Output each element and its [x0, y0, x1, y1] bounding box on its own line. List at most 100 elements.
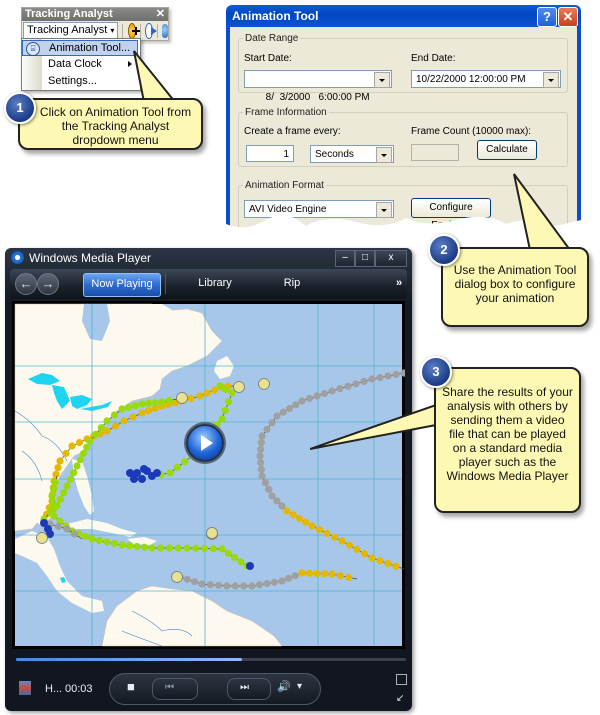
- chevron-down-icon[interactable]: [374, 72, 390, 88]
- track-g-point: [215, 581, 223, 589]
- interval-unit-select[interactable]: Seconds: [310, 145, 394, 163]
- track-i-point: [54, 522, 63, 531]
- step-3-badge: 3: [420, 356, 452, 388]
- animation-format-legend: Animation Format: [245, 180, 324, 191]
- track-e-point: [265, 485, 273, 493]
- forward-button[interactable]: →: [37, 273, 59, 295]
- track-g-point: [183, 575, 191, 583]
- switch-to-skin-icon[interactable]: [396, 674, 407, 685]
- help-button[interactable]: ?: [537, 7, 557, 27]
- storm-cluster-point: [138, 475, 146, 483]
- start-date-select[interactable]: 8/ 3/2000 6:00:00 PM: [244, 70, 392, 103]
- tab-divider: [165, 274, 166, 294]
- maximize-button[interactable]: □: [355, 250, 375, 267]
- track-d-point: [103, 538, 111, 546]
- more-tabs-button[interactable]: »: [393, 273, 405, 295]
- track-f-point: [315, 526, 324, 534]
- end-date-select[interactable]: 10/22/2000 12:00:00 PM: [411, 70, 561, 88]
- track-e-point: [258, 432, 266, 440]
- track-g-point: [240, 582, 248, 590]
- track-h-point: [320, 570, 329, 578]
- tracking-analyst-dropdown[interactable]: Tracking Analyst ▾: [23, 22, 119, 39]
- seek-bar[interactable]: [16, 658, 406, 661]
- track-e-point: [258, 472, 266, 480]
- end-date-value: 10/22/2000 12:00:00 PM: [416, 74, 526, 85]
- step-2-badge: 2: [428, 234, 460, 266]
- dialog-title-bar[interactable]: Animation Tool ? ✕: [226, 5, 581, 27]
- close-button[interactable]: ✕: [558, 7, 578, 27]
- track-f-point: [302, 518, 310, 526]
- track-d-point: [49, 499, 57, 507]
- frame-interval-input[interactable]: 1: [246, 145, 294, 162]
- wmp-title-bar[interactable]: Windows Media Player – □ x: [5, 248, 412, 268]
- track-c-point: [222, 385, 230, 394]
- stop-button[interactable]: ■: [127, 679, 135, 694]
- track-a-point: [203, 389, 211, 397]
- close-button[interactable]: x: [375, 250, 407, 267]
- playback-manager-icon[interactable]: [144, 22, 157, 39]
- track-h-point: [313, 569, 321, 578]
- volume-menu-button[interactable]: ▾: [297, 681, 302, 692]
- callout-1: Click on Animation Tool from the Trackin…: [18, 98, 203, 150]
- dialog-title: Animation Tool: [232, 9, 319, 23]
- track-b-point: [145, 399, 153, 407]
- track-e-point: [279, 408, 287, 416]
- tab-library[interactable]: Library: [185, 273, 245, 295]
- track-b-point: [73, 462, 81, 470]
- track-e-point: [257, 439, 265, 447]
- callout-3-text: Share the results of your analysis with …: [442, 385, 573, 483]
- track-g-point: [285, 574, 293, 582]
- track-b-point: [97, 424, 105, 432]
- track-e-point: [292, 401, 300, 409]
- track-d-point: [81, 532, 89, 540]
- tab-rip[interactable]: Rip: [272, 273, 312, 295]
- track-f-point: [295, 514, 304, 523]
- callout-2: Use the Animation Tool dialog box to con…: [441, 247, 589, 327]
- volume-button[interactable]: 🔊: [277, 680, 291, 693]
- track-f-point: [345, 541, 354, 549]
- track-f-point: [323, 529, 331, 538]
- track-e-point: [257, 465, 265, 473]
- track-d-point: [157, 544, 165, 552]
- track-a-point: [75, 438, 84, 447]
- toolbar-close-icon[interactable]: ✕: [156, 8, 165, 21]
- track-b-point: [79, 449, 88, 458]
- elapsed-time: 00:03: [65, 683, 93, 695]
- track-d-point: [110, 539, 119, 548]
- previous-button[interactable]: ⏮: [152, 678, 198, 700]
- track-d-point: [95, 536, 104, 545]
- track-a-point: [120, 417, 128, 425]
- back-button[interactable]: ←: [15, 273, 37, 295]
- track-f-point: [360, 550, 369, 558]
- storm-origin-marker: [36, 532, 48, 544]
- next-button[interactable]: ⏭: [227, 678, 271, 700]
- video-screen[interactable]: [12, 301, 405, 649]
- toolbar-title-bar[interactable]: Tracking Analyst ✕: [22, 8, 168, 21]
- track-d-point: [133, 542, 141, 551]
- chevron-down-icon[interactable]: [376, 147, 392, 163]
- add-temporal-data-icon[interactable]: [127, 22, 140, 39]
- animation-tool-icon: ⌸: [26, 42, 40, 56]
- track-d-point: [50, 512, 58, 520]
- storm-origin-marker: [176, 392, 188, 404]
- track-d-point: [224, 549, 232, 557]
- chevron-down-icon[interactable]: [543, 72, 559, 88]
- track-b-point: [151, 399, 159, 407]
- play-button[interactable]: [186, 424, 224, 462]
- fullscreen-icon[interactable]: ↙: [396, 693, 404, 704]
- step-number: 1: [16, 100, 24, 115]
- track-a-point: [52, 470, 60, 478]
- windows-media-player: Windows Media Player – □ x ← → Now Playi…: [5, 248, 412, 711]
- tracking-server-icon[interactable]: [162, 23, 168, 38]
- tab-now-playing[interactable]: Now Playing: [83, 273, 161, 297]
- start-date-value: 8/ 3/2000 6:00:00 PM: [265, 92, 370, 103]
- next-icon: ⏭: [240, 682, 249, 693]
- track-e-point: [285, 404, 294, 413]
- track-c-point: [221, 406, 229, 414]
- track-g-point: [231, 582, 239, 590]
- calculate-button[interactable]: Calculate: [477, 140, 537, 160]
- track-a-point: [111, 422, 120, 430]
- menu-item-label: Animation Tool...: [49, 42, 131, 54]
- minimize-button[interactable]: –: [335, 250, 355, 267]
- track-g-point: [270, 578, 279, 586]
